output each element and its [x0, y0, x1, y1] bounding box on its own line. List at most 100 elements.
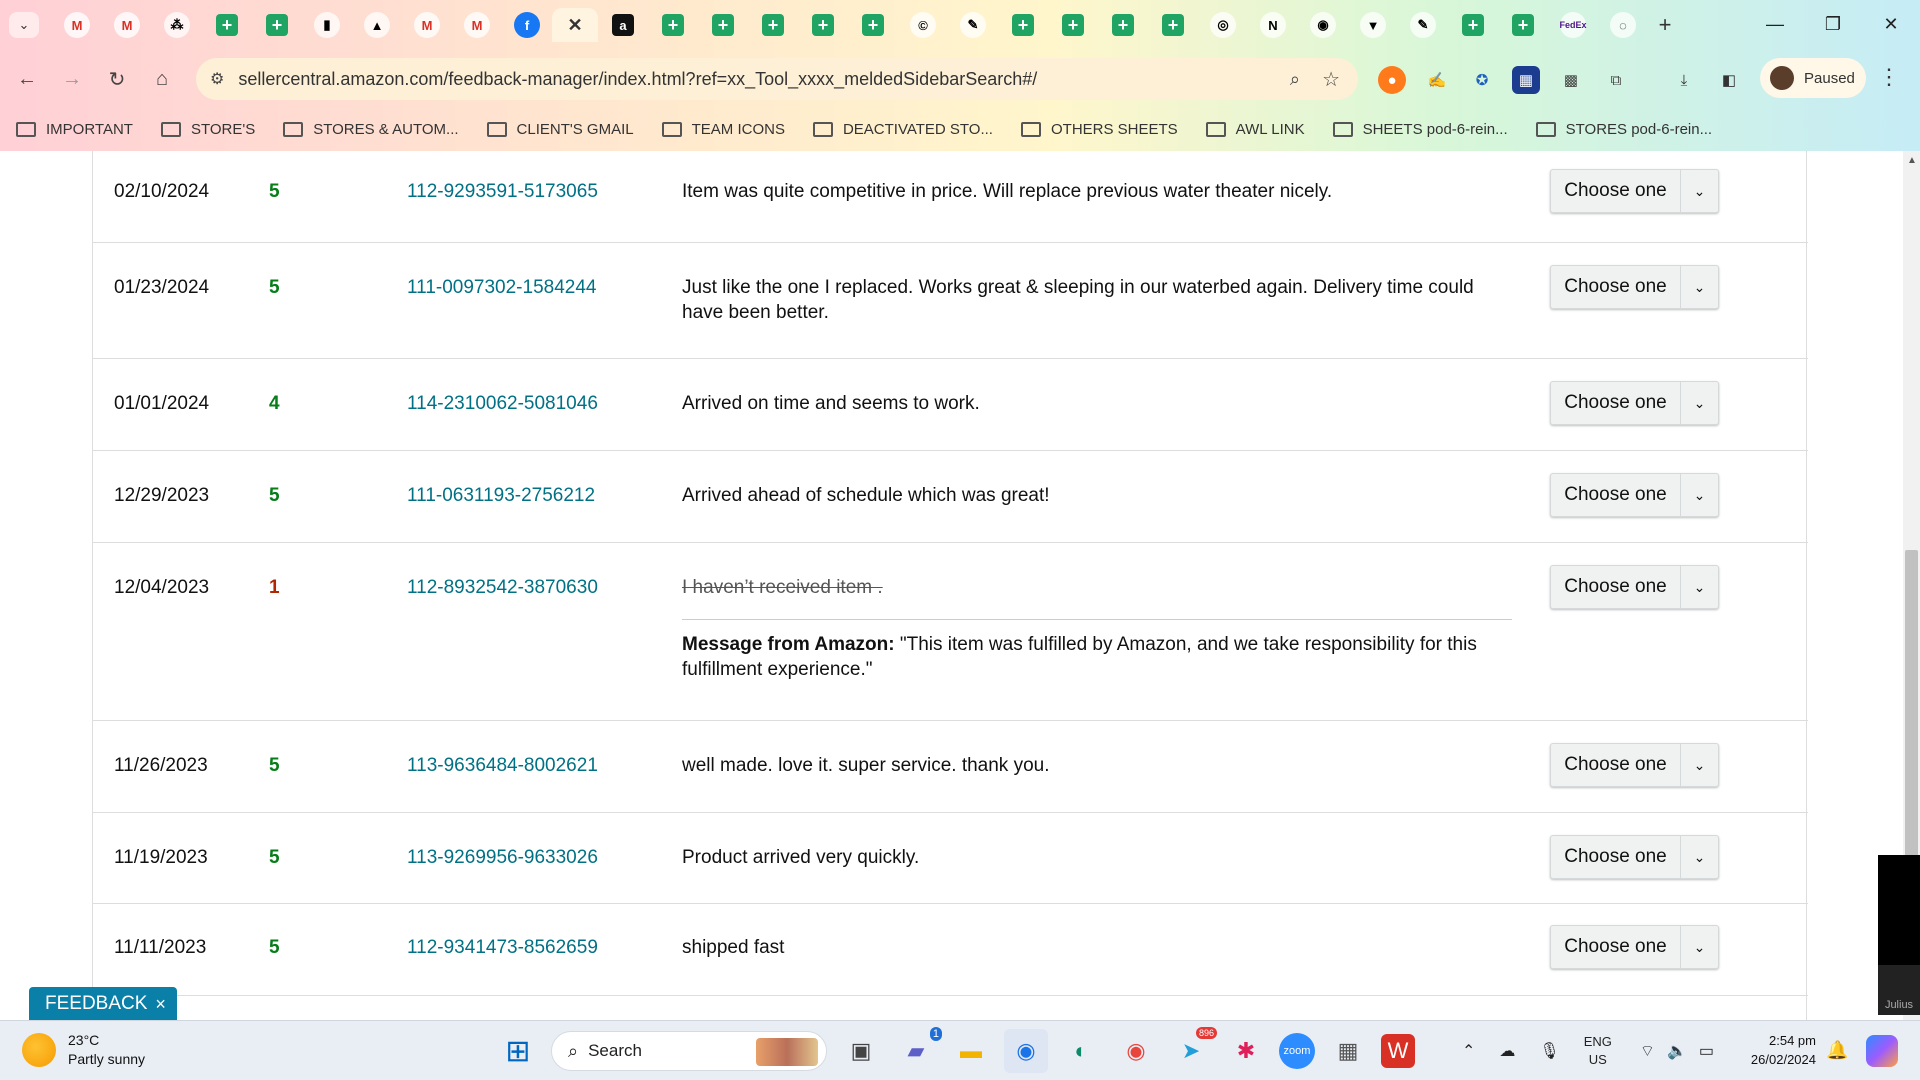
browser-tab[interactable]: ▲ [352, 8, 402, 42]
order-id-link[interactable]: 114-2310062-5081046 [407, 391, 598, 416]
chevron-down-icon[interactable]: ⌄ [1681, 579, 1718, 596]
browser-tab[interactable]: + [1498, 8, 1548, 42]
language-indicator[interactable]: ENG US [1584, 1033, 1612, 1069]
action-dropdown[interactable]: Choose one ⌄ [1550, 265, 1719, 309]
file-explorer-icon[interactable]: ▬ [949, 1029, 993, 1073]
chevron-down-icon[interactable]: ⌄ [1681, 939, 1718, 956]
browser-tab[interactable]: ▼ [1348, 8, 1398, 42]
scroll-up-icon[interactable]: ▲ [1907, 155, 1917, 166]
weather-widget[interactable]: 23°C Partly sunny [22, 1031, 145, 1069]
slack-icon[interactable]: ✱ [1224, 1029, 1268, 1073]
browser-tab[interactable]: + [202, 8, 252, 42]
back-button[interactable]: ← [12, 64, 42, 94]
windows-start-icon[interactable]: ⊞ [496, 1029, 540, 1073]
battery-icon[interactable]: ▭ [1699, 1041, 1714, 1061]
action-dropdown[interactable]: Choose one ⌄ [1550, 381, 1719, 425]
url-text[interactable]: sellercentral.amazon.com/feedback-manage… [238, 69, 1037, 90]
action-dropdown[interactable]: Choose one ⌄ [1550, 925, 1719, 969]
extension-qr-icon[interactable]: ▩ [1557, 66, 1585, 94]
task-view-icon[interactable]: ▣ [839, 1029, 883, 1073]
extensions-puzzle-icon[interactable]: ⧉ [1602, 66, 1630, 94]
chevron-down-icon[interactable]: ⌄ [1681, 487, 1718, 504]
extension-signature-icon[interactable]: ✍ [1423, 66, 1451, 94]
order-id-link[interactable]: 112-8932542-3870630 [407, 575, 598, 600]
browser-tab[interactable]: + [748, 8, 798, 42]
zoom-app-icon[interactable]: zoom [1279, 1033, 1315, 1069]
taskbar-search[interactable]: ⌕ Search [551, 1031, 827, 1071]
bookmark-folder[interactable]: CLIENT'S GMAIL [486, 121, 634, 138]
close-window-button[interactable]: ✕ [1862, 0, 1920, 48]
bookmark-folder[interactable]: SHEETS pod-6-rein... [1332, 121, 1508, 138]
chrome-icon[interactable]: ◉ [1004, 1029, 1048, 1073]
copilot-icon[interactable] [1866, 1035, 1898, 1067]
browser-tab[interactable]: + [798, 8, 848, 42]
site-info-icon[interactable]: ⚙ [210, 69, 224, 89]
bookmark-folder[interactable]: STORE'S [160, 121, 255, 138]
browser-tab[interactable]: FedEx [1548, 8, 1598, 42]
extension-orange-icon[interactable]: ● [1378, 66, 1406, 94]
browser-menu-icon[interactable]: ⋮ [1878, 64, 1900, 90]
browser-tab[interactable]: M [452, 8, 502, 42]
calculator-icon[interactable]: ▦ [1326, 1029, 1370, 1073]
extension-grid-icon[interactable]: ▦ [1512, 66, 1540, 94]
order-id-link[interactable]: 113-9269956-9633026 [407, 845, 598, 870]
bookmark-folder[interactable]: IMPORTANT [16, 121, 133, 138]
chevron-down-icon[interactable]: ⌄ [1681, 279, 1718, 296]
bookmark-folder[interactable]: OTHERS SHEETS [1020, 121, 1178, 138]
action-dropdown[interactable]: Choose one ⌄ [1550, 565, 1719, 609]
browser-tab[interactable]: ✕ [552, 8, 598, 42]
notification-bell-icon[interactable]: 🔔 [1826, 1040, 1848, 1061]
zoom-icon[interactable]: ⌕ [1290, 69, 1300, 90]
julius-widget[interactable]: Julius [1878, 855, 1920, 1015]
address-bar[interactable]: ⚙ sellercentral.amazon.com/feedback-mana… [196, 58, 1358, 100]
minimize-button[interactable]: — [1746, 0, 1804, 48]
action-dropdown[interactable]: Choose one ⌄ [1550, 835, 1719, 879]
browser-tab[interactable]: + [998, 8, 1048, 42]
browser-tab[interactable]: ◉ [1298, 8, 1348, 42]
forward-button[interactable]: → [57, 64, 87, 94]
bookmark-folder[interactable]: AWL LINK [1205, 121, 1305, 138]
profile-button[interactable]: Paused [1760, 58, 1866, 98]
chevron-down-icon[interactable]: ⌄ [1681, 395, 1718, 412]
bookmark-folder[interactable]: STORES & AUTOM... [283, 121, 459, 138]
close-icon[interactable]: ✕ [562, 12, 588, 38]
extension-blue-icon[interactable]: ✪ [1468, 66, 1496, 94]
onedrive-icon[interactable]: ☁ [1499, 1041, 1515, 1061]
order-id-link[interactable]: 112-9293591-5173065 [407, 179, 598, 204]
browser-tab[interactable]: © [898, 8, 948, 42]
download-icon[interactable]: ⤓ [1670, 66, 1698, 94]
browser-tab[interactable]: + [252, 8, 302, 42]
home-button[interactable]: ⌂ [147, 64, 177, 94]
chevron-down-icon[interactable]: ⌄ [1681, 757, 1718, 774]
browser-tab[interactable]: + [1448, 8, 1498, 42]
microphone-icon[interactable]: 🎙 [1539, 1041, 1559, 1061]
bookmark-folder[interactable]: TEAM ICONS [661, 121, 785, 138]
browser-tab[interactable]: + [1048, 8, 1098, 42]
browser-tab[interactable]: f [502, 8, 552, 42]
bookmark-folder[interactable]: DEACTIVATED STO... [812, 121, 993, 138]
order-id-link[interactable]: 111-0097302-1584244 [407, 275, 596, 300]
clock[interactable]: 2:54 pm 26/02/2024 [1738, 1031, 1816, 1069]
browser-tab[interactable]: + [698, 8, 748, 42]
volume-muted-icon[interactable]: 🔈 [1667, 1041, 1687, 1061]
wifi-icon[interactable]: ⌔ [1640, 1041, 1655, 1061]
browser-tab[interactable]: M [102, 8, 152, 42]
browser-tab[interactable]: + [848, 8, 898, 42]
order-id-link[interactable]: 111-0631193-2756212 [407, 483, 595, 508]
browser-tab[interactable]: a [598, 8, 648, 42]
browser-tab[interactable]: ⁂ [152, 8, 202, 42]
reload-button[interactable]: ↻ [102, 64, 132, 94]
browser-tab[interactable]: ◎ [1198, 8, 1248, 42]
order-id-link[interactable]: 113-9636484-8002621 [407, 753, 598, 778]
action-dropdown[interactable]: Choose one ⌄ [1550, 169, 1719, 213]
chevron-down-icon[interactable]: ⌄ [1681, 183, 1718, 200]
browser-tab[interactable]: ✎ [948, 8, 998, 42]
browser-tab[interactable]: + [1148, 8, 1198, 42]
restore-button[interactable]: ❐ [1804, 0, 1862, 48]
show-hidden-icons-icon[interactable]: ⌃ [1462, 1041, 1475, 1061]
chrome-profile-icon[interactable]: ◉ [1114, 1029, 1158, 1073]
browser-tab[interactable]: + [1098, 8, 1148, 42]
action-dropdown[interactable]: Choose one ⌄ [1550, 743, 1719, 787]
new-tab-button[interactable]: + [1650, 11, 1680, 39]
action-dropdown[interactable]: Choose one ⌄ [1550, 473, 1719, 517]
